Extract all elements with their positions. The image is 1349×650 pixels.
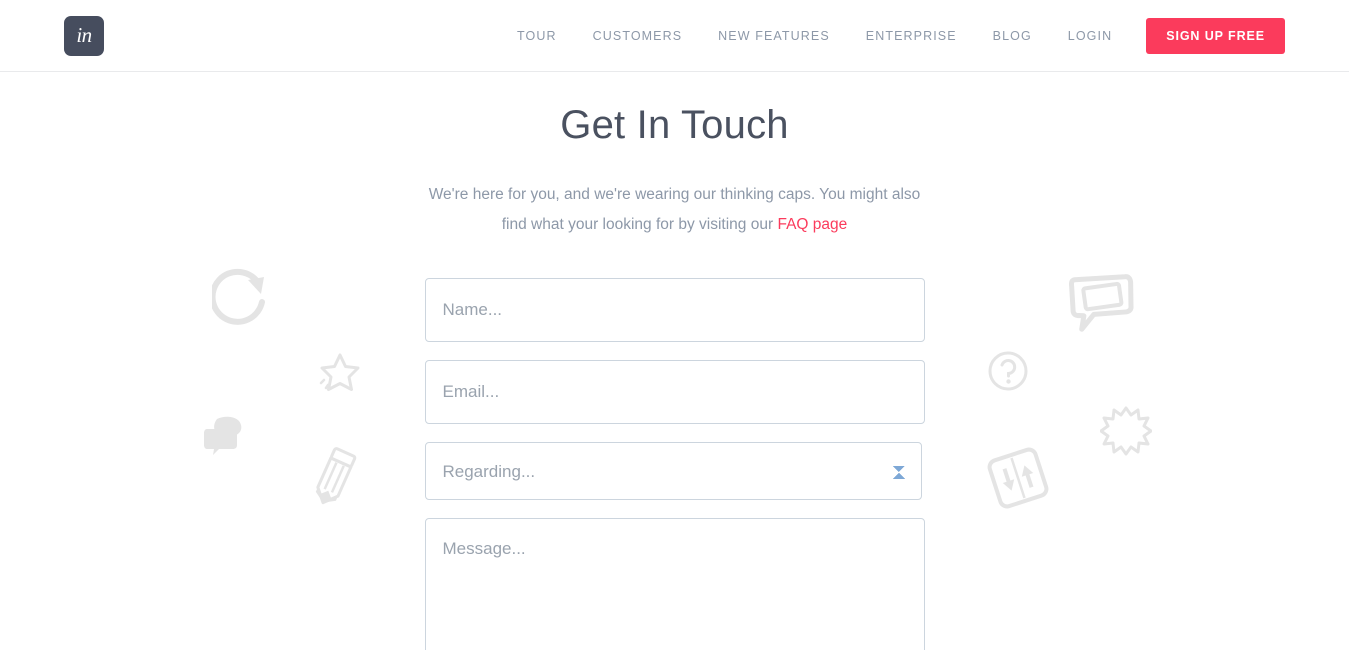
contact-section: Get In Touch We're here for you, and we'… bbox=[0, 72, 1349, 650]
email-input[interactable] bbox=[424, 360, 925, 424]
intro-paragraph: We're here for you, and we're wearing ou… bbox=[425, 148, 925, 240]
main-navigation: Tour Customers New Features Enterprise B… bbox=[499, 0, 1285, 72]
nav-item-login[interactable]: Login bbox=[1050, 29, 1130, 43]
nav-item-tour[interactable]: Tour bbox=[499, 29, 575, 43]
faq-page-link[interactable]: FAQ page bbox=[777, 216, 847, 233]
logo-text: in bbox=[76, 22, 92, 47]
site-header: in Tour Customers New Features Enterpris… bbox=[0, 0, 1349, 72]
page-body: Get In Touch We're here for you, and we'… bbox=[0, 72, 1349, 650]
nav-item-blog[interactable]: Blog bbox=[975, 29, 1050, 43]
name-input[interactable] bbox=[424, 278, 925, 342]
nav-item-enterprise[interactable]: Enterprise bbox=[848, 29, 975, 43]
contact-form: Regarding... bbox=[424, 240, 925, 650]
message-textarea[interactable] bbox=[424, 518, 925, 650]
nav-item-customers[interactable]: Customers bbox=[575, 29, 701, 43]
sign-up-free-button[interactable]: Sign Up Free bbox=[1146, 18, 1285, 54]
regarding-select[interactable]: Regarding... bbox=[424, 442, 922, 500]
page-title: Get In Touch bbox=[560, 103, 789, 147]
invision-logo[interactable]: in bbox=[64, 16, 104, 56]
nav-item-new-features[interactable]: New Features bbox=[700, 29, 848, 43]
